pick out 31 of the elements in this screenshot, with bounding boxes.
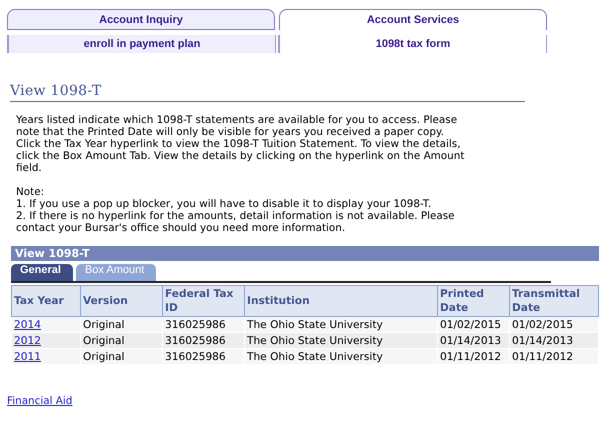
- column-header: Version: [80, 286, 162, 316]
- table-cell: Original: [80, 316, 162, 332]
- table-cell: The Ohio State University: [244, 348, 438, 364]
- table-cell: 01/02/2015: [510, 316, 598, 332]
- tab[interactable]: General: [11, 264, 73, 281]
- table-cell: The Ohio State University: [244, 316, 438, 332]
- table-cell: The Ohio State University: [244, 332, 438, 348]
- table-cell: Original: [80, 348, 162, 364]
- page-title: View 1098-T: [10, 83, 525, 102]
- table-cell: 316025986: [162, 348, 244, 364]
- tab[interactable]: 1098t tax form: [278, 35, 547, 53]
- table-cell: Original: [80, 332, 162, 348]
- note-text: Note: 1. If you use a pop up blocker, you will have to disable it to display your 1098-T. 2. If there is no hyperlink for the amounts, detail information is not available. Please contact your Bursar's office should you need more information.: [16, 186, 456, 234]
- column-header: Federal Tax ID: [162, 286, 244, 316]
- table-cell: 01/11/2012: [438, 348, 510, 364]
- tab[interactable]: Account Inquiry: [7, 9, 275, 30]
- grid-title-bar: View 1098-T: [11, 246, 599, 261]
- financial-aid-link[interactable]: Financial Aid: [7, 395, 72, 407]
- table-cell: 01/11/2012: [510, 348, 598, 364]
- instructions-text: Years listed indicate which 1098-T statements are available for you to access. Please note that the Printed Date will only be visible for years you received a paper copy. Click the Tax Year hyperlink to view the 1098-T Tuition Statement. To view the details, click the Box Amount Tab. View the details by clicking on the hyperlink on the Amount field.: [16, 114, 466, 174]
- table-cell: 01/14/2013: [438, 332, 510, 348]
- column-header: Printed Date: [438, 286, 510, 316]
- table-cell: 01/14/2013: [510, 332, 598, 348]
- column-header: Transmittal Date: [510, 286, 598, 316]
- column-header: Tax Year: [12, 286, 80, 316]
- tab[interactable]: Account Services: [279, 9, 547, 30]
- column-header: Institution: [244, 286, 438, 316]
- table-cell: 316025986: [162, 332, 244, 348]
- table-cell: 01/02/2015: [438, 316, 510, 332]
- tab[interactable]: enroll in payment plan: [7, 35, 276, 53]
- table-cell: 316025986: [162, 316, 244, 332]
